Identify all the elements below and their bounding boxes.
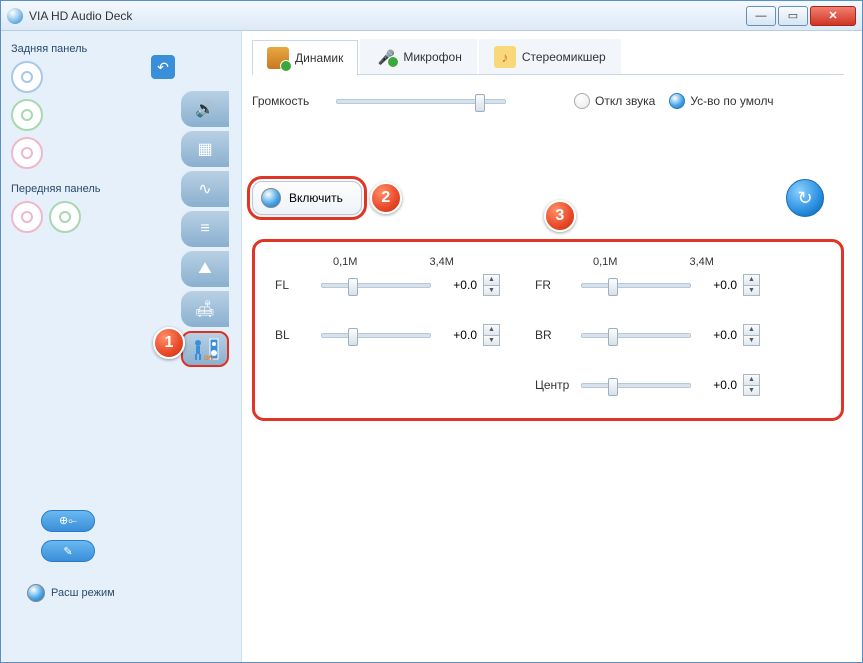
channel-br: BR +0.0 ▲▼ <box>535 324 795 346</box>
radio-off-icon <box>574 93 590 109</box>
app-window: VIA HD Audio Deck Задняя панель ↶ Передн… <box>0 0 863 663</box>
mixer-icon: ♪ <box>494 46 516 68</box>
channel-fr: FR +0.0 ▲▼ <box>535 274 795 296</box>
side-room-icon[interactable]: 🛋 <box>181 291 229 327</box>
annotation-marker-3: 3 <box>544 200 576 232</box>
minimize-button[interactable] <box>746 6 776 26</box>
channel-fl: FL +0.0 ▲▼ <box>275 274 535 296</box>
center-slider[interactable] <box>581 383 691 388</box>
tab-microphone[interactable]: 🎤 Микрофон <box>360 39 476 74</box>
center-stepper[interactable]: ▲▼ <box>743 374 760 396</box>
close-button[interactable] <box>810 6 856 26</box>
volume-slider[interactable] <box>336 99 506 104</box>
sidebar: Задняя панель ↶ Передняя панель 🔊 ▦ ∿ ≡ <box>1 31 241 662</box>
back-icon[interactable]: ↶ <box>151 55 175 79</box>
side-env-icon[interactable]: ⛰ <box>181 251 229 287</box>
rear-jack-blue[interactable] <box>11 61 43 93</box>
pill-button-2[interactable]: ✎ <box>41 540 95 562</box>
tab-stereomixer[interactable]: ♪ Стереомикшер <box>479 39 621 74</box>
center-value: +0.0 <box>697 378 737 392</box>
default-device-toggle[interactable]: Ус-во по умолч <box>669 93 773 109</box>
br-value: +0.0 <box>697 328 737 342</box>
side-eq-icon[interactable]: ≡ <box>181 211 229 247</box>
enable-button[interactable]: Включить <box>252 181 362 215</box>
speaker-distance-panel: 0,1М 3,4М 0,1М 3,4М FL +0.0 ▲▼ <box>252 239 844 421</box>
volume-label: Громкость <box>252 94 322 108</box>
microphone-icon: 🎤 <box>375 46 397 68</box>
br-stepper[interactable]: ▲▼ <box>743 324 760 346</box>
fr-slider[interactable] <box>581 283 691 288</box>
fl-value: +0.0 <box>437 278 477 292</box>
window-title: VIA HD Audio Deck <box>29 9 746 23</box>
advanced-mode-toggle[interactable]: Расш режим <box>27 584 115 602</box>
annotation-marker-2: 2 <box>370 182 402 214</box>
svg-text:ON: ON <box>204 356 213 361</box>
main-panel: Динамик 🎤 Микрофон ♪ Стереомикшер Громко… <box>241 31 862 662</box>
side-config-icon[interactable]: ▦ <box>181 131 229 167</box>
speaker-icon <box>267 47 289 69</box>
rear-jack-pink[interactable] <box>11 137 43 169</box>
scale-max: 3,4М <box>429 256 453 268</box>
bl-stepper[interactable]: ▲▼ <box>483 324 500 346</box>
mute-toggle[interactable]: Откл звука <box>574 93 655 109</box>
annotation-marker-1: 1 <box>153 327 185 359</box>
channel-bl: BL +0.0 ▲▼ <box>275 324 535 346</box>
bl-value: +0.0 <box>437 328 477 342</box>
scale-max: 3,4М <box>689 256 713 268</box>
side-speaker-position-icon[interactable]: ON <box>181 331 229 367</box>
side-volume-icon[interactable]: 🔊 <box>181 91 229 127</box>
reset-button[interactable]: ↻ <box>786 179 824 217</box>
volume-thumb[interactable] <box>475 94 485 112</box>
side-wave-icon[interactable]: ∿ <box>181 171 229 207</box>
tab-speaker[interactable]: Динамик <box>252 40 358 75</box>
radio-icon <box>27 584 45 602</box>
mode-label: Расш режим <box>51 587 115 599</box>
scale-min: 0,1М <box>593 256 617 268</box>
br-slider[interactable] <box>581 333 691 338</box>
tabs: Динамик 🎤 Микрофон ♪ Стереомикшер <box>252 39 844 75</box>
channel-center: Центр +0.0 ▲▼ <box>535 374 795 396</box>
fl-slider[interactable] <box>321 283 431 288</box>
radio-on-icon <box>669 93 685 109</box>
front-jack-green[interactable] <box>49 201 81 233</box>
pill-button-1[interactable]: ⊕⟜ <box>41 510 95 532</box>
maximize-button[interactable] <box>778 6 808 26</box>
app-icon <box>7 8 23 24</box>
fl-stepper[interactable]: ▲▼ <box>483 274 500 296</box>
titlebar: VIA HD Audio Deck <box>1 1 862 31</box>
fr-value: +0.0 <box>697 278 737 292</box>
scale-min: 0,1М <box>333 256 357 268</box>
rear-panel-label: Задняя панель <box>11 43 235 55</box>
radio-on-icon <box>261 188 281 208</box>
bl-slider[interactable] <box>321 333 431 338</box>
fr-stepper[interactable]: ▲▼ <box>743 274 760 296</box>
front-jack-pink[interactable] <box>11 201 43 233</box>
rear-jack-green[interactable] <box>11 99 43 131</box>
